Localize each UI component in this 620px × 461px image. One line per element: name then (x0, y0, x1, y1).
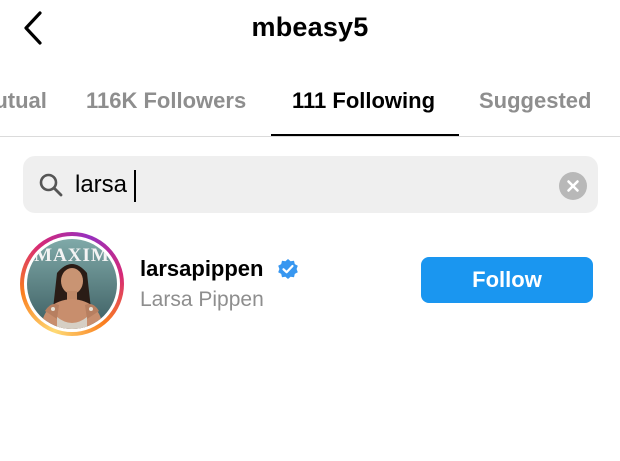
header: mbeasy5 (0, 0, 620, 58)
clear-search-button[interactable] (559, 172, 587, 200)
tab-suggested[interactable]: Suggested (479, 88, 591, 114)
avatar-image: MAXIM (27, 239, 117, 329)
page-title: mbeasy5 (251, 12, 369, 42)
search-bar (23, 156, 598, 213)
following-screen: mbeasy5 Mutual 116K Followers 111 Follow… (0, 0, 620, 461)
tabs-divider (0, 136, 620, 137)
story-ring[interactable]: MAXIM (20, 232, 124, 336)
list-item[interactable]: MAXIM larsapippen Larsa Pippen Follow (0, 228, 620, 338)
follow-button[interactable]: Follow (421, 257, 593, 303)
tab-followers[interactable]: 116K Followers (86, 88, 246, 114)
tab-bar: Mutual 116K Followers 111 Following Sugg… (0, 70, 620, 138)
clear-icon (567, 180, 579, 192)
verified-badge-icon (278, 259, 298, 279)
tab-mutual[interactable]: Mutual (0, 88, 47, 114)
full-name: Larsa Pippen (140, 288, 264, 311)
avatar: MAXIM (27, 239, 117, 329)
username[interactable]: larsapippen (140, 256, 263, 282)
tab-following[interactable]: 111 Following (292, 88, 435, 114)
avatar-magazine-text: MAXIM (34, 245, 110, 266)
search-icon (39, 173, 63, 197)
search-input[interactable] (75, 164, 545, 206)
text-caret (134, 170, 136, 202)
